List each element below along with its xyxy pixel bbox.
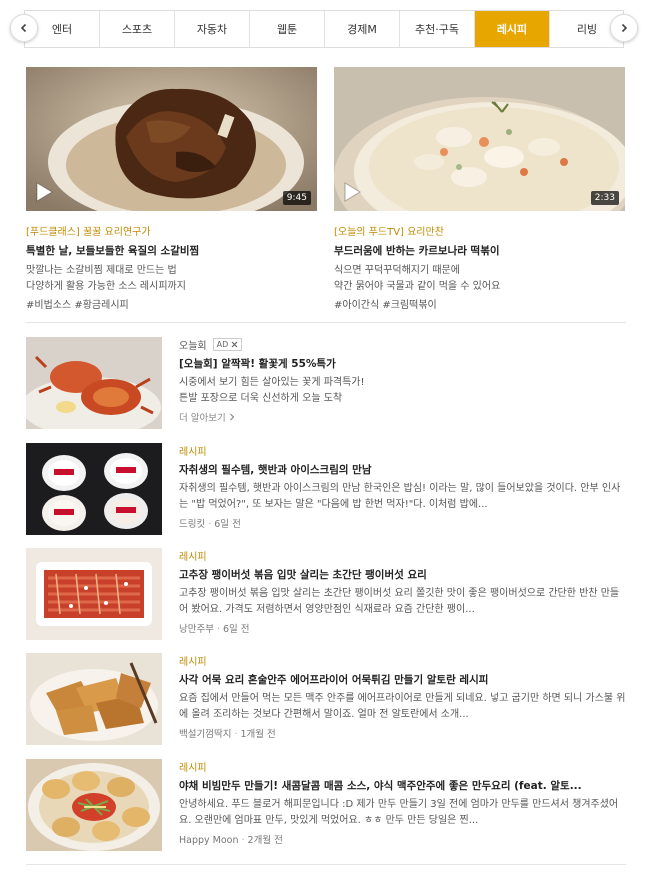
featured-category[interactable]: [푸드클래스] 꿀꿀 요리연구가 xyxy=(26,223,317,238)
ad-body: 오늘회 AD [오늘회] 알짝꽉! 활꽃게 55%특가 시중에서 보기 힘든 살… xyxy=(179,337,626,424)
video-duration: 2:33 xyxy=(590,191,619,205)
featured-desc-line: 다양하게 활용 가능한 소스 레시피까지 xyxy=(26,281,186,292)
item-title[interactable]: 고추장 팽이버섯 볶음 입맛 살리는 초간단 팽이버섯 요리 xyxy=(179,567,626,582)
ad-learn-more-link[interactable]: 더 알아보기 xyxy=(179,410,626,424)
ad-thumbnail[interactable] xyxy=(26,337,162,429)
item-title[interactable]: 야채 비빔만두 만들기! 새콤달콤 매콤 소스, 야식 맥주안주에 좋은 만두요… xyxy=(179,778,626,793)
list-item[interactable]: 레시피 고추장 팽이버섯 볶음 입맛 살리는 초간단 팽이버섯 요리 고추장 팽… xyxy=(26,548,626,640)
tab-recommend[interactable]: 추천·구독 xyxy=(400,11,475,47)
list-item[interactable]: 레시피 자취생의 필수템, 햇반과 아이스크림의 만남 자취생의 필수템, 햇반… xyxy=(26,443,626,535)
ad-badge-label: AD xyxy=(216,339,229,349)
item-description[interactable]: 자취생의 필수템, 햇반과 아이스크림의 만남 한국인은 밥심! 이라는 말, … xyxy=(179,481,626,513)
chevron-right-icon xyxy=(229,413,235,421)
item-description[interactable]: 고추장 팽이버섯 볶음 입맛 살리는 초간단 팽이버섯 요리 쫄깃한 맛이 좋은… xyxy=(179,586,626,618)
featured-tags[interactable]: #아이간식 #크림떡볶이 xyxy=(334,296,625,311)
item-time: 1개월 전 xyxy=(240,729,276,740)
list-item[interactable]: 레시피 사각 어묵 요리 혼술안주 에어프라이어 어묵튀김 만들기 알토란 레시… xyxy=(26,653,626,745)
tab-sports[interactable]: 스포츠 xyxy=(100,11,175,47)
ad-badge[interactable]: AD xyxy=(212,337,243,351)
item-description[interactable]: 안녕하세요. 푸드 블로거 해피문입니다 :D 제가 만두 만들기 3일 전에 … xyxy=(179,797,626,829)
featured-description: 맛깔나는 소갈비찜 제대로 만드는 법 다양하게 활용 가능한 소스 레시피까지 xyxy=(26,263,317,295)
crab-image xyxy=(26,337,162,429)
enoki-image xyxy=(26,548,162,640)
galbi-image xyxy=(26,67,317,211)
featured-title[interactable]: 부드러움에 반하는 카르보나라 떡볶이 xyxy=(334,243,625,258)
ad-header: 오늘회 AD xyxy=(179,337,626,352)
item-body: 레시피 야채 비빔만두 만들기! 새콤달콤 매콤 소스, 야식 맥주안주에 좋은… xyxy=(179,759,626,846)
tab-cars[interactable]: 자동차 xyxy=(175,11,250,47)
ad-description: 시중에서 보기 힘든 살아있는 꽃게 파격특가! 튼발 포장으로 더욱 신선하게… xyxy=(179,375,626,407)
featured-desc-line: 식으면 꾸덕꾸덕해지기 때문에 xyxy=(334,265,460,276)
featured-description: 식으면 꾸덕꾸덕해지기 때문에 약간 묽어야 국물과 같이 먹을 수 있어요 xyxy=(334,263,625,295)
tab-economy[interactable]: 경제M xyxy=(325,11,400,47)
item-source[interactable]: Happy Moon xyxy=(179,835,239,846)
tab-list: 엔터 스포츠 자동차 웹툰 경제M 추천·구독 레시피 리빙 xyxy=(24,10,624,48)
next-tab-button[interactable] xyxy=(610,14,638,42)
item-meta: 백설기껌딱지 · 1개월 전 xyxy=(179,729,276,740)
item-category[interactable]: 레시피 xyxy=(179,653,626,668)
play-icon xyxy=(344,182,361,202)
close-icon[interactable] xyxy=(231,341,238,348)
video-thumbnail-galbi[interactable]: 9:45 xyxy=(26,67,317,211)
category-tabbar: 엔터 스포츠 자동차 웹툰 경제M 추천·구독 레시피 리빙 xyxy=(10,10,638,48)
featured-desc-line: 약간 묽어야 국물과 같이 먹을 수 있어요 xyxy=(334,281,501,292)
item-source[interactable]: 드링킷 xyxy=(179,519,205,530)
tab-webtoon[interactable]: 웹툰 xyxy=(250,11,325,47)
item-time: 2개월 전 xyxy=(247,835,283,846)
item-body: 레시피 자취생의 필수템, 햇반과 아이스크림의 만남 자취생의 필수템, 햇반… xyxy=(179,443,626,530)
video-thumbnail-tteokbokki[interactable]: 2:33 xyxy=(334,67,625,211)
item-time: 6일 전 xyxy=(214,519,241,530)
item-meta: 드링킷 · 6일 전 xyxy=(179,519,241,530)
item-body: 레시피 고추장 팽이버섯 볶음 입맛 살리는 초간단 팽이버섯 요리 고추장 팽… xyxy=(179,548,626,635)
tteokbokki-image xyxy=(334,67,625,211)
featured-category[interactable]: [오늘의 푸드TV] 요리만찬 xyxy=(334,223,625,238)
list-item[interactable]: 레시피 야채 비빔만두 만들기! 새콤달콤 매콤 소스, 야식 맥주안주에 좋은… xyxy=(26,759,626,851)
featured-desc-line: 맛깔나는 소갈비찜 제대로 만드는 법 xyxy=(26,265,177,276)
item-category[interactable]: 레시피 xyxy=(179,443,626,458)
item-thumbnail[interactable] xyxy=(26,548,162,640)
ad-advertiser[interactable]: 오늘회 xyxy=(179,337,207,352)
ad-learn-more-label: 더 알아보기 xyxy=(179,413,226,424)
fishcake-image xyxy=(26,653,162,745)
item-thumbnail[interactable] xyxy=(26,443,162,535)
ad-desc-line: 시중에서 보기 힘든 살아있는 꽃게 파격특가! xyxy=(179,377,365,388)
chevron-left-icon xyxy=(20,23,27,33)
tab-recipe[interactable]: 레시피 xyxy=(475,11,550,47)
item-source[interactable]: 낭만주부 xyxy=(179,624,214,635)
dumpling-image xyxy=(26,759,162,851)
chevron-right-icon xyxy=(621,23,628,33)
video-duration: 9:45 xyxy=(282,191,311,205)
item-description[interactable]: 요즘 집에서 만들어 먹는 모든 맥주 안주를 에어프라이어로 만들게 되네요.… xyxy=(179,691,626,723)
featured-title[interactable]: 특별한 날, 보들보들한 육질의 소갈비찜 xyxy=(26,243,317,258)
item-meta: 낭만주부 · 6일 전 xyxy=(179,624,250,635)
featured-videos: 9:45 [푸드클래스] 꿀꿀 요리연구가 특별한 날, 보들보들한 육질의 소… xyxy=(26,67,626,311)
item-thumbnail[interactable] xyxy=(26,759,162,851)
item-category[interactable]: 레시피 xyxy=(179,548,626,563)
prev-tab-button[interactable] xyxy=(10,14,38,42)
section-divider xyxy=(26,322,626,323)
item-title[interactable]: 사각 어묵 요리 혼술안주 에어프라이어 어묵튀김 만들기 알토란 레시피 xyxy=(179,672,626,687)
item-source[interactable]: 백설기껌딱지 xyxy=(179,729,231,740)
featured-card[interactable]: 9:45 [푸드클래스] 꿀꿀 요리연구가 특별한 날, 보들보들한 육질의 소… xyxy=(26,67,317,311)
featured-card[interactable]: 2:33 [오늘의 푸드TV] 요리만찬 부드러움에 반하는 카르보나라 떡볶이… xyxy=(334,67,625,311)
ad-desc-line: 튼발 포장으로 더욱 신선하게 오늘 도착 xyxy=(179,393,343,404)
item-body: 레시피 사각 어묵 요리 혼술안주 에어프라이어 어묵튀김 만들기 알토란 레시… xyxy=(179,653,626,740)
ad-item[interactable]: 오늘회 AD [오늘회] 알짝꽉! 활꽃게 55%특가 시중에서 보기 힘든 살… xyxy=(26,337,626,429)
item-title[interactable]: 자취생의 필수템, 햇반과 아이스크림의 만남 xyxy=(179,462,626,477)
ad-title[interactable]: [오늘회] 알짝꽉! 활꽃게 55%특가 xyxy=(179,356,626,371)
item-meta: Happy Moon · 2개월 전 xyxy=(179,835,283,846)
item-thumbnail[interactable] xyxy=(26,653,162,745)
section-divider xyxy=(26,864,626,865)
item-category[interactable]: 레시피 xyxy=(179,759,626,774)
play-icon xyxy=(36,182,53,202)
rice-icecream-image xyxy=(26,443,162,535)
featured-tags[interactable]: #비법소스 #황금레시피 xyxy=(26,296,317,311)
item-time: 6일 전 xyxy=(223,624,250,635)
